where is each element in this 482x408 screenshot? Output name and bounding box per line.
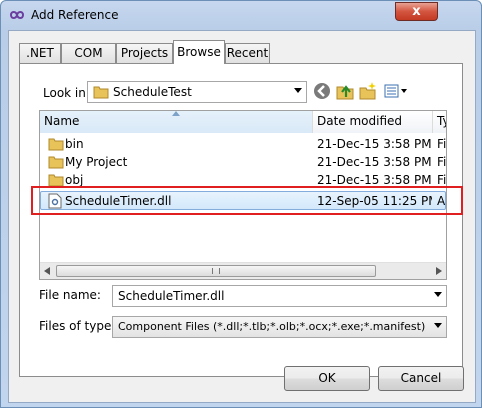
dll-file-icon: [48, 193, 62, 209]
chevron-down-icon[interactable]: [434, 292, 442, 297]
file-date: 12-Sep-05 11:25 PM: [317, 194, 432, 208]
scroll-left-icon[interactable]: [44, 267, 50, 275]
scroll-thumb[interactable]: [56, 265, 376, 277]
file-date: 21-Dec-15 3:58 PM: [317, 137, 432, 151]
look-in-dropdown[interactable]: ScheduleTest: [87, 81, 307, 103]
file-type: Fi: [437, 155, 447, 169]
close-button[interactable]: x: [395, 2, 438, 21]
scroll-right-icon[interactable]: [436, 267, 442, 275]
files-of-type-value: Component Files (*.dll;*.tlb;*.olb;*.ocx…: [118, 320, 426, 333]
file-type: Fi: [437, 137, 447, 151]
title-bar[interactable]: Add Reference x: [1, 1, 481, 31]
tab-browse[interactable]: Browse: [173, 40, 225, 64]
files-of-type-label: Files of type:: [39, 319, 116, 333]
file-name-label: File name:: [39, 288, 101, 302]
file-date: 21-Dec-15 3:58 PM: [317, 173, 432, 187]
folder-icon: [48, 156, 64, 169]
cancel-button[interactable]: Cancel: [378, 366, 464, 391]
window-title: Add Reference: [31, 8, 119, 22]
look-in-label: Look in:: [43, 86, 90, 100]
file-name: obj: [65, 173, 84, 187]
column-header-name[interactable]: Name: [40, 111, 313, 133]
chevron-down-icon: [434, 323, 442, 328]
sort-ascending-icon: [172, 111, 180, 116]
file-row-selected[interactable]: ScheduleTimer.dll 12-Sep-05 11:25 PM Ap: [40, 191, 446, 210]
look-in-value: ScheduleTest: [113, 85, 192, 99]
file-name-field[interactable]: ScheduleTimer.dll: [112, 285, 447, 307]
app-icon: [9, 11, 25, 19]
file-name: bin: [65, 137, 84, 151]
add-reference-dialog: Add Reference x .NET COM Projects Browse…: [0, 0, 482, 408]
view-menu-icon[interactable]: [382, 81, 410, 101]
back-icon[interactable]: [312, 81, 332, 101]
file-row[interactable]: obj 21-Dec-15 3:58 PM Fi: [40, 171, 446, 190]
up-folder-icon[interactable]: [335, 81, 355, 101]
tab-label: Browse: [177, 45, 221, 59]
column-label: Ty: [437, 114, 446, 128]
column-header-type[interactable]: Ty: [433, 111, 446, 133]
file-name: My Project: [65, 155, 128, 169]
tab-net[interactable]: .NET: [19, 43, 61, 63]
file-list[interactable]: Name Date modified Ty bin 21-Dec-15 3:58…: [39, 110, 447, 280]
file-row[interactable]: My Project 21-Dec-15 3:58 PM Fi: [40, 153, 446, 172]
column-label: Name: [44, 114, 80, 128]
tab-recent[interactable]: Recent: [225, 43, 270, 63]
folder-icon: [48, 138, 64, 151]
tab-label: Recent: [226, 46, 269, 60]
file-type: Fi: [437, 173, 447, 187]
ok-button[interactable]: OK: [284, 366, 370, 391]
file-row[interactable]: bin 21-Dec-15 3:58 PM Fi: [40, 135, 446, 154]
close-icon: x: [412, 4, 421, 19]
folder-icon: [93, 86, 109, 99]
column-label: Date modified: [317, 114, 403, 128]
tab-label: COM: [74, 46, 103, 60]
files-of-type-dropdown[interactable]: Component Files (*.dll;*.tlb;*.olb;*.ocx…: [112, 316, 447, 338]
grip-icon: [212, 268, 220, 274]
tab-projects[interactable]: Projects: [116, 43, 173, 63]
file-type: Ap: [437, 194, 446, 208]
chevron-down-icon: [294, 88, 302, 93]
tab-com[interactable]: COM: [61, 43, 116, 63]
file-name-value: ScheduleTimer.dll: [118, 289, 225, 303]
tab-label: Projects: [120, 46, 169, 60]
file-date: 21-Dec-15 3:58 PM: [317, 155, 432, 169]
tab-label: .NET: [26, 46, 54, 60]
folder-icon: [48, 174, 64, 187]
horizontal-scrollbar[interactable]: [40, 262, 446, 279]
new-folder-icon[interactable]: [358, 81, 378, 101]
column-header-date[interactable]: Date modified: [313, 111, 433, 133]
file-name: ScheduleTimer.dll: [65, 194, 172, 208]
